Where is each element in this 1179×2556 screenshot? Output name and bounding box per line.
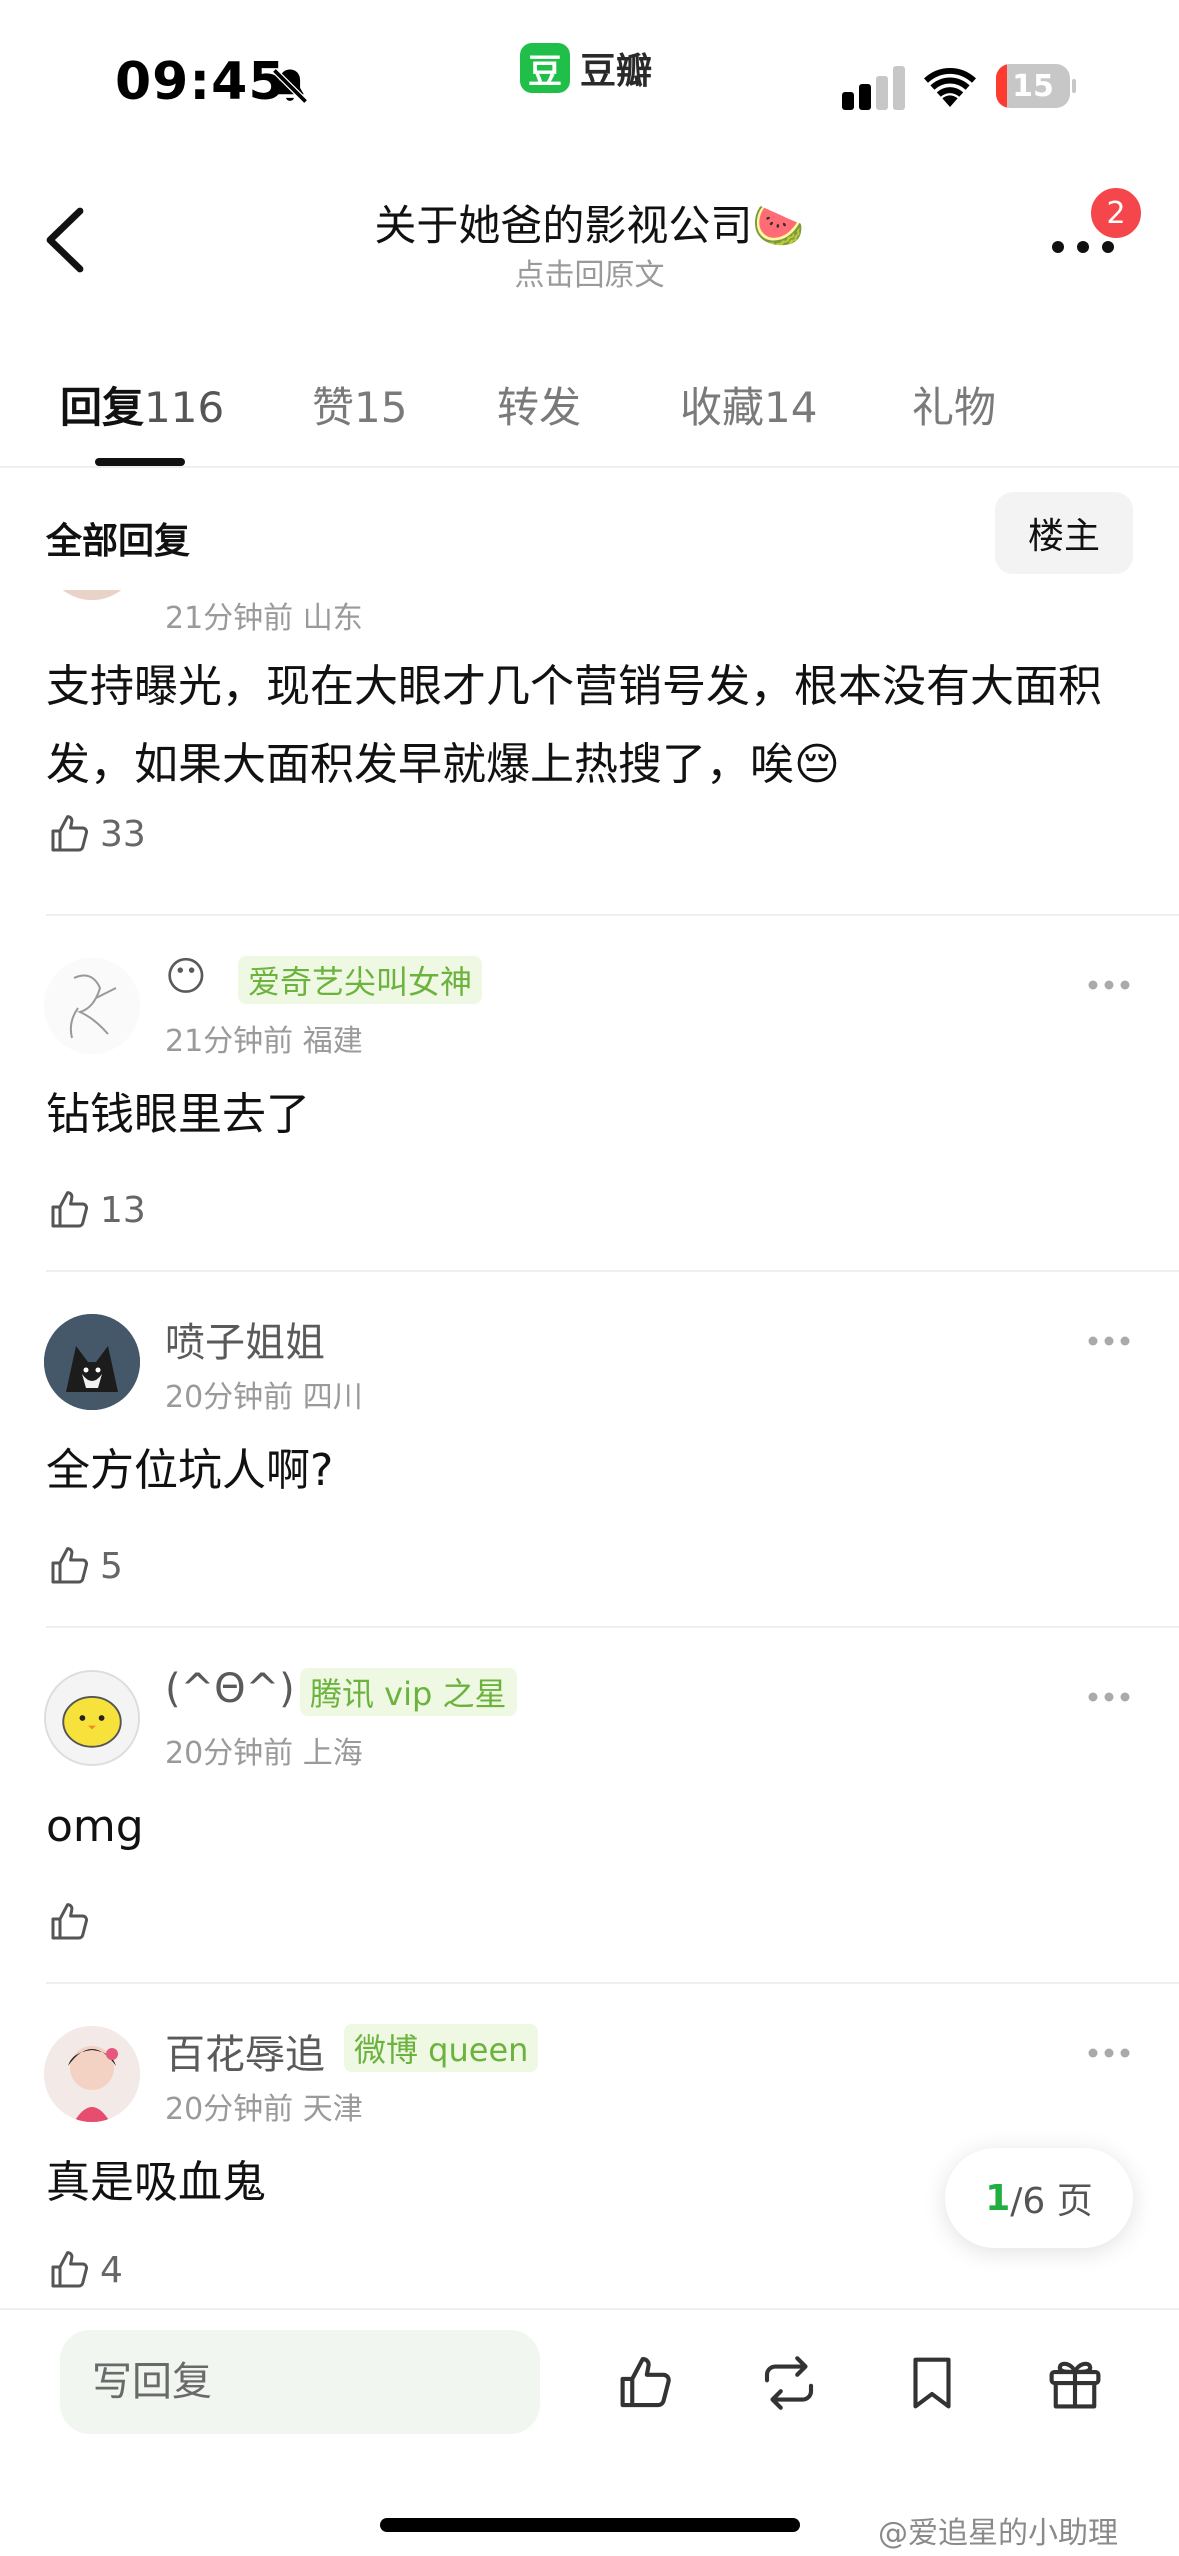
more-dots-icon[interactable] <box>1086 1690 1132 1704</box>
user-badge: 微博 queen <box>344 2024 539 2072</box>
user-badge: 爱奇艺尖叫女神 <box>238 956 483 1004</box>
thumbs-up-icon <box>51 1191 89 1228</box>
more-dots-icon[interactable] <box>1086 1334 1132 1348</box>
avatar[interactable] <box>44 1670 140 1766</box>
notification-badge: 2 <box>1088 185 1144 241</box>
username[interactable]: 😶 <box>165 954 207 1000</box>
douban-logo-icon: 豆 <box>520 43 570 93</box>
gift-icon[interactable] <box>1042 2350 1108 2416</box>
comment-item: (^Θ^) 腾讯 vip 之星 20分钟前 上海 omg <box>0 1628 1179 1984</box>
comment-meta: 20分钟前 四川 <box>165 1380 363 1415</box>
more-dots-icon[interactable] <box>1086 978 1132 992</box>
weibo-watermark: @爱追星的小助理 <box>878 2516 1118 2551</box>
comment-item: 喷子姐姐 20分钟前 四川 全方位坑人啊? 5 <box>0 1272 1179 1628</box>
status-bar: 09:45 豆 豆瓣 15 <box>0 0 1179 150</box>
avatar[interactable] <box>44 2026 140 2122</box>
active-tab-indicator <box>95 458 185 466</box>
avatar[interactable] <box>44 1314 140 1410</box>
bookmark-icon[interactable] <box>899 2350 965 2416</box>
comment-meta: 20分钟前 天津 <box>165 2092 363 2127</box>
like-count: 33 <box>100 813 146 855</box>
like-count: 4 <box>100 2249 123 2291</box>
thumbs-up-icon <box>51 1903 89 1940</box>
user-badge: 腾讯 vip 之星 <box>300 1668 517 1716</box>
comment-text[interactable]: 钻钱眼里去了 <box>46 1076 1136 1154</box>
all-replies-label[interactable]: 全部回复 <box>46 512 190 564</box>
like-count: 5 <box>100 1545 123 1587</box>
back-to-original-link[interactable]: 点击回原文 <box>0 250 1179 294</box>
battery-icon: 15 <box>996 64 1076 108</box>
reply-input[interactable] <box>60 2330 540 2434</box>
tab-likes[interactable]: 赞15 <box>312 374 407 435</box>
comment-text[interactable]: 支持曝光，现在大眼才几个营销号发，根本没有大面积发，如果大面积发早就爆上热搜了，… <box>46 648 1136 804</box>
thumbs-up-icon <box>51 815 89 852</box>
status-time: 09:45 <box>115 52 286 112</box>
thumbs-up-icon <box>51 1547 89 1584</box>
page-indicator[interactable]: 1/6 页 <box>945 2148 1133 2248</box>
wifi-icon <box>924 67 976 107</box>
post-title[interactable]: 关于她爸的影视公司🍉 <box>0 192 1179 253</box>
op-only-button[interactable]: 楼主 <box>995 492 1133 574</box>
home-indicator <box>380 2518 800 2532</box>
current-page: 1 <box>985 2177 1011 2219</box>
like-button[interactable]: 13 <box>46 1186 146 1234</box>
username[interactable]: (^Θ^) <box>165 1666 295 1712</box>
total-pages: /6 页 <box>1010 2181 1093 2222</box>
reply-filter-row: 全部回复 楼主 <box>0 470 1179 590</box>
comment-meta: 20分钟前 上海 <box>165 1736 363 1771</box>
comment-meta: 21分钟前 山东 <box>165 601 363 636</box>
tab-bar: 回复116 赞15 转发 收藏14 礼物 <box>0 360 1179 468</box>
app-name: 豆瓣 <box>580 51 653 92</box>
like-button[interactable]: 5 <box>46 1542 123 1590</box>
like-button[interactable]: 33 <box>46 810 146 858</box>
comment-text[interactable]: 全方位坑人啊? <box>46 1432 1136 1510</box>
tab-gifts[interactable]: 礼物 <box>912 374 996 435</box>
repost-icon[interactable] <box>756 2350 822 2416</box>
comment-text[interactable]: omg <box>46 1788 1136 1866</box>
username[interactable]: 百花辱追 <box>165 2022 325 2080</box>
comment-list: 21分钟前 山东 支持曝光，现在大眼才几个营销号发，根本没有大面积发，如果大面积… <box>0 590 1179 2310</box>
thumbs-up-icon[interactable] <box>613 2350 679 2416</box>
thumbs-up-icon <box>51 2251 89 2288</box>
avatar[interactable] <box>44 958 140 1054</box>
app-brand: 豆 豆瓣 <box>520 42 652 94</box>
battery-level: 15 <box>1012 68 1054 104</box>
tab-collections[interactable]: 收藏14 <box>680 374 817 435</box>
bell-slash-icon <box>272 68 308 104</box>
comment-item: 百花辱追 微博 queen 20分钟前 天津 真是吸血鬼 4 <box>0 1984 1179 2310</box>
signal-icon <box>842 66 905 110</box>
tab-reposts[interactable]: 转发 <box>497 374 581 435</box>
avatar[interactable] <box>44 590 140 600</box>
like-button[interactable]: 4 <box>46 2246 123 2294</box>
comment-item: 😶 爱奇艺尖叫女神 21分钟前 福建 钻钱眼里去了 13 <box>0 916 1179 1272</box>
like-count: 13 <box>100 1189 146 1231</box>
like-button[interactable] <box>46 1898 100 1946</box>
comment-item: 21分钟前 山东 支持曝光，现在大眼才几个营销号发，根本没有大面积发，如果大面积… <box>0 590 1179 916</box>
nav-bar: 关于她爸的影视公司🍉 点击回原文 2 <box>0 150 1179 330</box>
tab-replies[interactable]: 回复116 <box>60 374 224 435</box>
bottom-action-bar: @爱追星的小助理 <box>0 2308 1179 2556</box>
username[interactable]: 喷子姐姐 <box>165 1310 325 1368</box>
more-dots-icon[interactable] <box>1086 2046 1132 2060</box>
comment-meta: 21分钟前 福建 <box>165 1024 363 1059</box>
